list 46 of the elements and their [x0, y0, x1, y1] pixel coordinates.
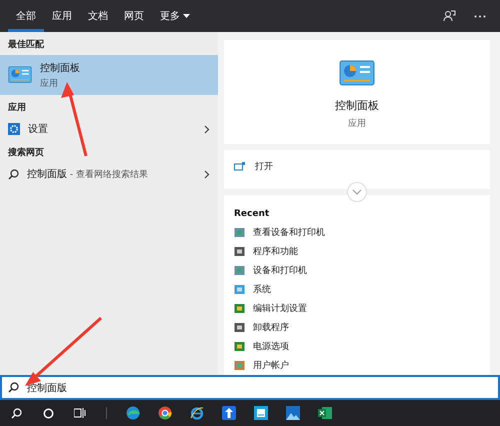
chevron-down-icon	[352, 189, 362, 195]
circle-icon	[42, 408, 54, 418]
section-heading: 搜索网页	[7, 146, 45, 160]
recent-item[interactable]: 设备和打印机	[234, 261, 480, 280]
recent-item[interactable]: 电源选项	[234, 337, 480, 356]
chevron-right-icon	[204, 170, 210, 178]
app-icon	[234, 360, 245, 371]
control-panel-icon	[8, 66, 32, 84]
search-icon	[10, 408, 22, 418]
app-icon	[234, 284, 245, 295]
recent-item[interactable]: 查看设备和打印机	[234, 223, 480, 242]
caret-icon	[183, 14, 190, 18]
filter-tab[interactable]: 文档	[80, 0, 116, 32]
open-window-icon	[234, 162, 245, 171]
recent-item[interactable]: 卸载程序	[234, 318, 480, 337]
recent-heading: Recent	[234, 209, 270, 219]
task-view-icon	[74, 408, 86, 418]
app-icon	[234, 341, 245, 352]
recent-item[interactable]: 系统	[234, 280, 480, 299]
app-icon	[234, 227, 245, 238]
feedback-button[interactable]	[443, 10, 456, 22]
result-type: 应用	[40, 78, 59, 90]
more-button[interactable]	[474, 14, 486, 18]
settings-icon	[8, 123, 20, 135]
filter-tab[interactable]: 网页	[116, 0, 152, 32]
search-result[interactable]: 控制面版 - 查看网络搜索结果	[0, 163, 218, 185]
app-icon	[234, 322, 245, 333]
search-result[interactable]: 控制面板 应用	[0, 55, 218, 95]
section-heading: 应用	[7, 101, 27, 115]
search-result[interactable]: 设置	[0, 118, 218, 140]
open-action[interactable]: 打开	[234, 158, 480, 175]
filter-tab[interactable]: 应用	[44, 0, 80, 32]
app-type: 应用	[348, 118, 366, 130]
control-panel-icon	[339, 60, 375, 86]
app-title: 控制面板	[335, 98, 379, 113]
recent-item[interactable]: 编辑计划设置	[234, 299, 480, 318]
recent-item[interactable]: 用户帐户	[234, 356, 480, 375]
chevron-right-icon	[204, 124, 210, 134]
app-icon	[234, 265, 245, 276]
section-heading: 最佳匹配	[7, 38, 45, 52]
app-icon	[234, 246, 245, 257]
recent-item[interactable]: 程序和功能	[234, 242, 480, 261]
search-icon	[8, 382, 19, 393]
app-icon	[234, 303, 245, 314]
search-icon	[8, 168, 19, 180]
filter-tab[interactable]: 更多	[152, 0, 198, 32]
